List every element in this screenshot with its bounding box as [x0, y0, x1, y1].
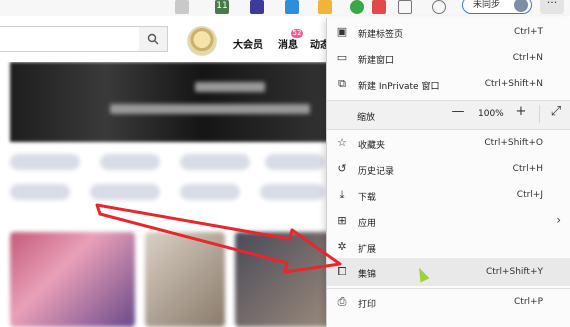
zoom-value: 100% — [478, 109, 504, 119]
category-chip[interactable] — [10, 154, 80, 170]
category-chip[interactable] — [90, 184, 160, 200]
category-chip[interactable] — [180, 184, 240, 200]
menu-item-new-window[interactable]: ▭ 新建窗口 Ctrl+N — [327, 45, 570, 71]
menu-item-label: 下载 — [358, 193, 377, 203]
menu-item-label: 新建窗口 — [358, 56, 395, 66]
menu-item-collections[interactable]: ⧠ 集锦 Ctrl+Shift+Y — [327, 258, 570, 286]
menu-item-shortcut: Ctrl+N — [512, 53, 543, 63]
category-chip[interactable] — [100, 154, 160, 170]
new-tab-icon: ▣ — [336, 25, 348, 38]
category-chip[interactable] — [260, 184, 325, 200]
menu-item-label: 新建标签页 — [358, 30, 404, 40]
menu-item-shortcut: Ctrl+J — [516, 190, 543, 200]
settings-menu: ▣ 新建标签页 Ctrl+T ▭ 新建窗口 Ctrl+N ⧉ 新建 InPriv… — [326, 18, 570, 327]
menu-item-history[interactable]: ↺ 历史记录 Ctrl+H — [327, 156, 570, 182]
video-thumbnail[interactable] — [145, 232, 225, 327]
menu-item-shortcut: Ctrl+H — [512, 164, 543, 174]
extension-icon[interactable] — [175, 0, 189, 14]
video-thumbnail[interactable] — [235, 232, 330, 327]
menu-item-label: 应用 — [358, 219, 377, 229]
banner-image — [10, 62, 330, 142]
extension-icon[interactable] — [350, 0, 364, 14]
download-icon: ⤓ — [339, 188, 345, 201]
collections-icon: ⧠ — [337, 265, 347, 278]
menu-item-shortcut: Ctrl+Shift+O — [484, 138, 543, 148]
category-chip[interactable] — [265, 154, 325, 170]
menu-item-shortcut: Ctrl+P — [514, 297, 543, 307]
menu-item-downloads[interactable]: ⤓ 下载 Ctrl+J — [327, 182, 570, 208]
history-icon: ↺ — [337, 162, 347, 175]
search-input[interactable] — [0, 26, 168, 52]
zoom-in-button[interactable]: + — [512, 104, 530, 119]
user-avatar[interactable] — [187, 26, 217, 56]
collections-icon[interactable] — [432, 0, 446, 14]
zoom-divider — [539, 105, 540, 123]
new-window-icon: ▭ — [336, 51, 348, 64]
menu-item-shortcut: Ctrl+Shift+Y — [485, 267, 543, 277]
menu-item-shortcut: Ctrl+Shift+N — [484, 79, 543, 89]
menu-item-new-tab[interactable]: ▣ 新建标签页 Ctrl+T — [327, 19, 570, 45]
chevron-right-icon: › — [556, 213, 561, 227]
extension-icon[interactable] — [318, 0, 332, 14]
menu-item-print[interactable]: ⎙ 打印 Ctrl+P — [327, 289, 570, 315]
zoom-out-button[interactable]: — — [449, 104, 467, 119]
search-icon — [147, 33, 159, 45]
browser-toolbar: 11 未同步 ··· — [0, 0, 570, 16]
fullscreen-button[interactable]: ⤢ — [547, 104, 565, 119]
menu-item-label: 集锦 — [358, 270, 377, 280]
menu-item-shortcut: Ctrl+T — [513, 27, 543, 37]
menu-item-favorites[interactable]: ☆ 收藏夹 Ctrl+Shift+O — [327, 130, 570, 156]
category-chips — [10, 154, 330, 214]
favorites-bar-icon[interactable] — [398, 0, 412, 14]
menu-item-label: 收藏夹 — [358, 141, 386, 151]
profile-avatar — [514, 0, 528, 12]
menu-item-label: 历史记录 — [358, 167, 395, 177]
settings-more-button[interactable]: ··· — [540, 0, 564, 14]
video-thumbnail[interactable] — [10, 232, 135, 327]
zoom-label: 缩放 — [357, 113, 376, 123]
message-count-badge: 52 — [291, 29, 303, 38]
page-header: 大会员 消息 52 动态 — [0, 16, 330, 62]
menu-item-label: 新建 InPrivate 窗口 — [358, 82, 440, 92]
nav-messages[interactable]: 消息 — [278, 36, 298, 51]
nav-vip[interactable]: 大会员 — [233, 36, 263, 51]
sync-label: 未同步 — [473, 0, 501, 10]
menu-item-zoom: 缩放 — 100% + ⤢ — [327, 101, 570, 129]
banner-text-block — [195, 82, 265, 92]
extension-icon[interactable] — [285, 0, 299, 14]
menu-item-label: 扩展 — [358, 245, 377, 255]
profile-sync-button[interactable]: 未同步 — [462, 0, 532, 14]
apps-icon: ⊞ — [337, 214, 347, 227]
extension-icon[interactable] — [250, 0, 264, 14]
menu-item-extensions[interactable]: ✲ 扩展 — [327, 234, 570, 260]
category-chip[interactable] — [10, 184, 70, 200]
print-icon: ⎙ — [337, 295, 347, 308]
page-content — [0, 62, 330, 327]
extension-badge: 11 — [216, 1, 228, 11]
menu-item-new-inprivate[interactable]: ⧉ 新建 InPrivate 窗口 Ctrl+Shift+N — [327, 71, 570, 97]
menu-item-apps[interactable]: ⊞ 应用 › — [327, 208, 570, 234]
extensions-icon: ✲ — [337, 240, 347, 253]
banner-text-block — [110, 104, 310, 114]
category-chip[interactable] — [180, 154, 250, 170]
menu-item-label: 打印 — [358, 300, 377, 310]
extension-icon[interactable] — [372, 0, 386, 14]
favorites-icon: ☆ — [337, 136, 347, 149]
inprivate-window-icon: ⧉ — [338, 77, 346, 90]
search-button[interactable] — [139, 27, 167, 51]
